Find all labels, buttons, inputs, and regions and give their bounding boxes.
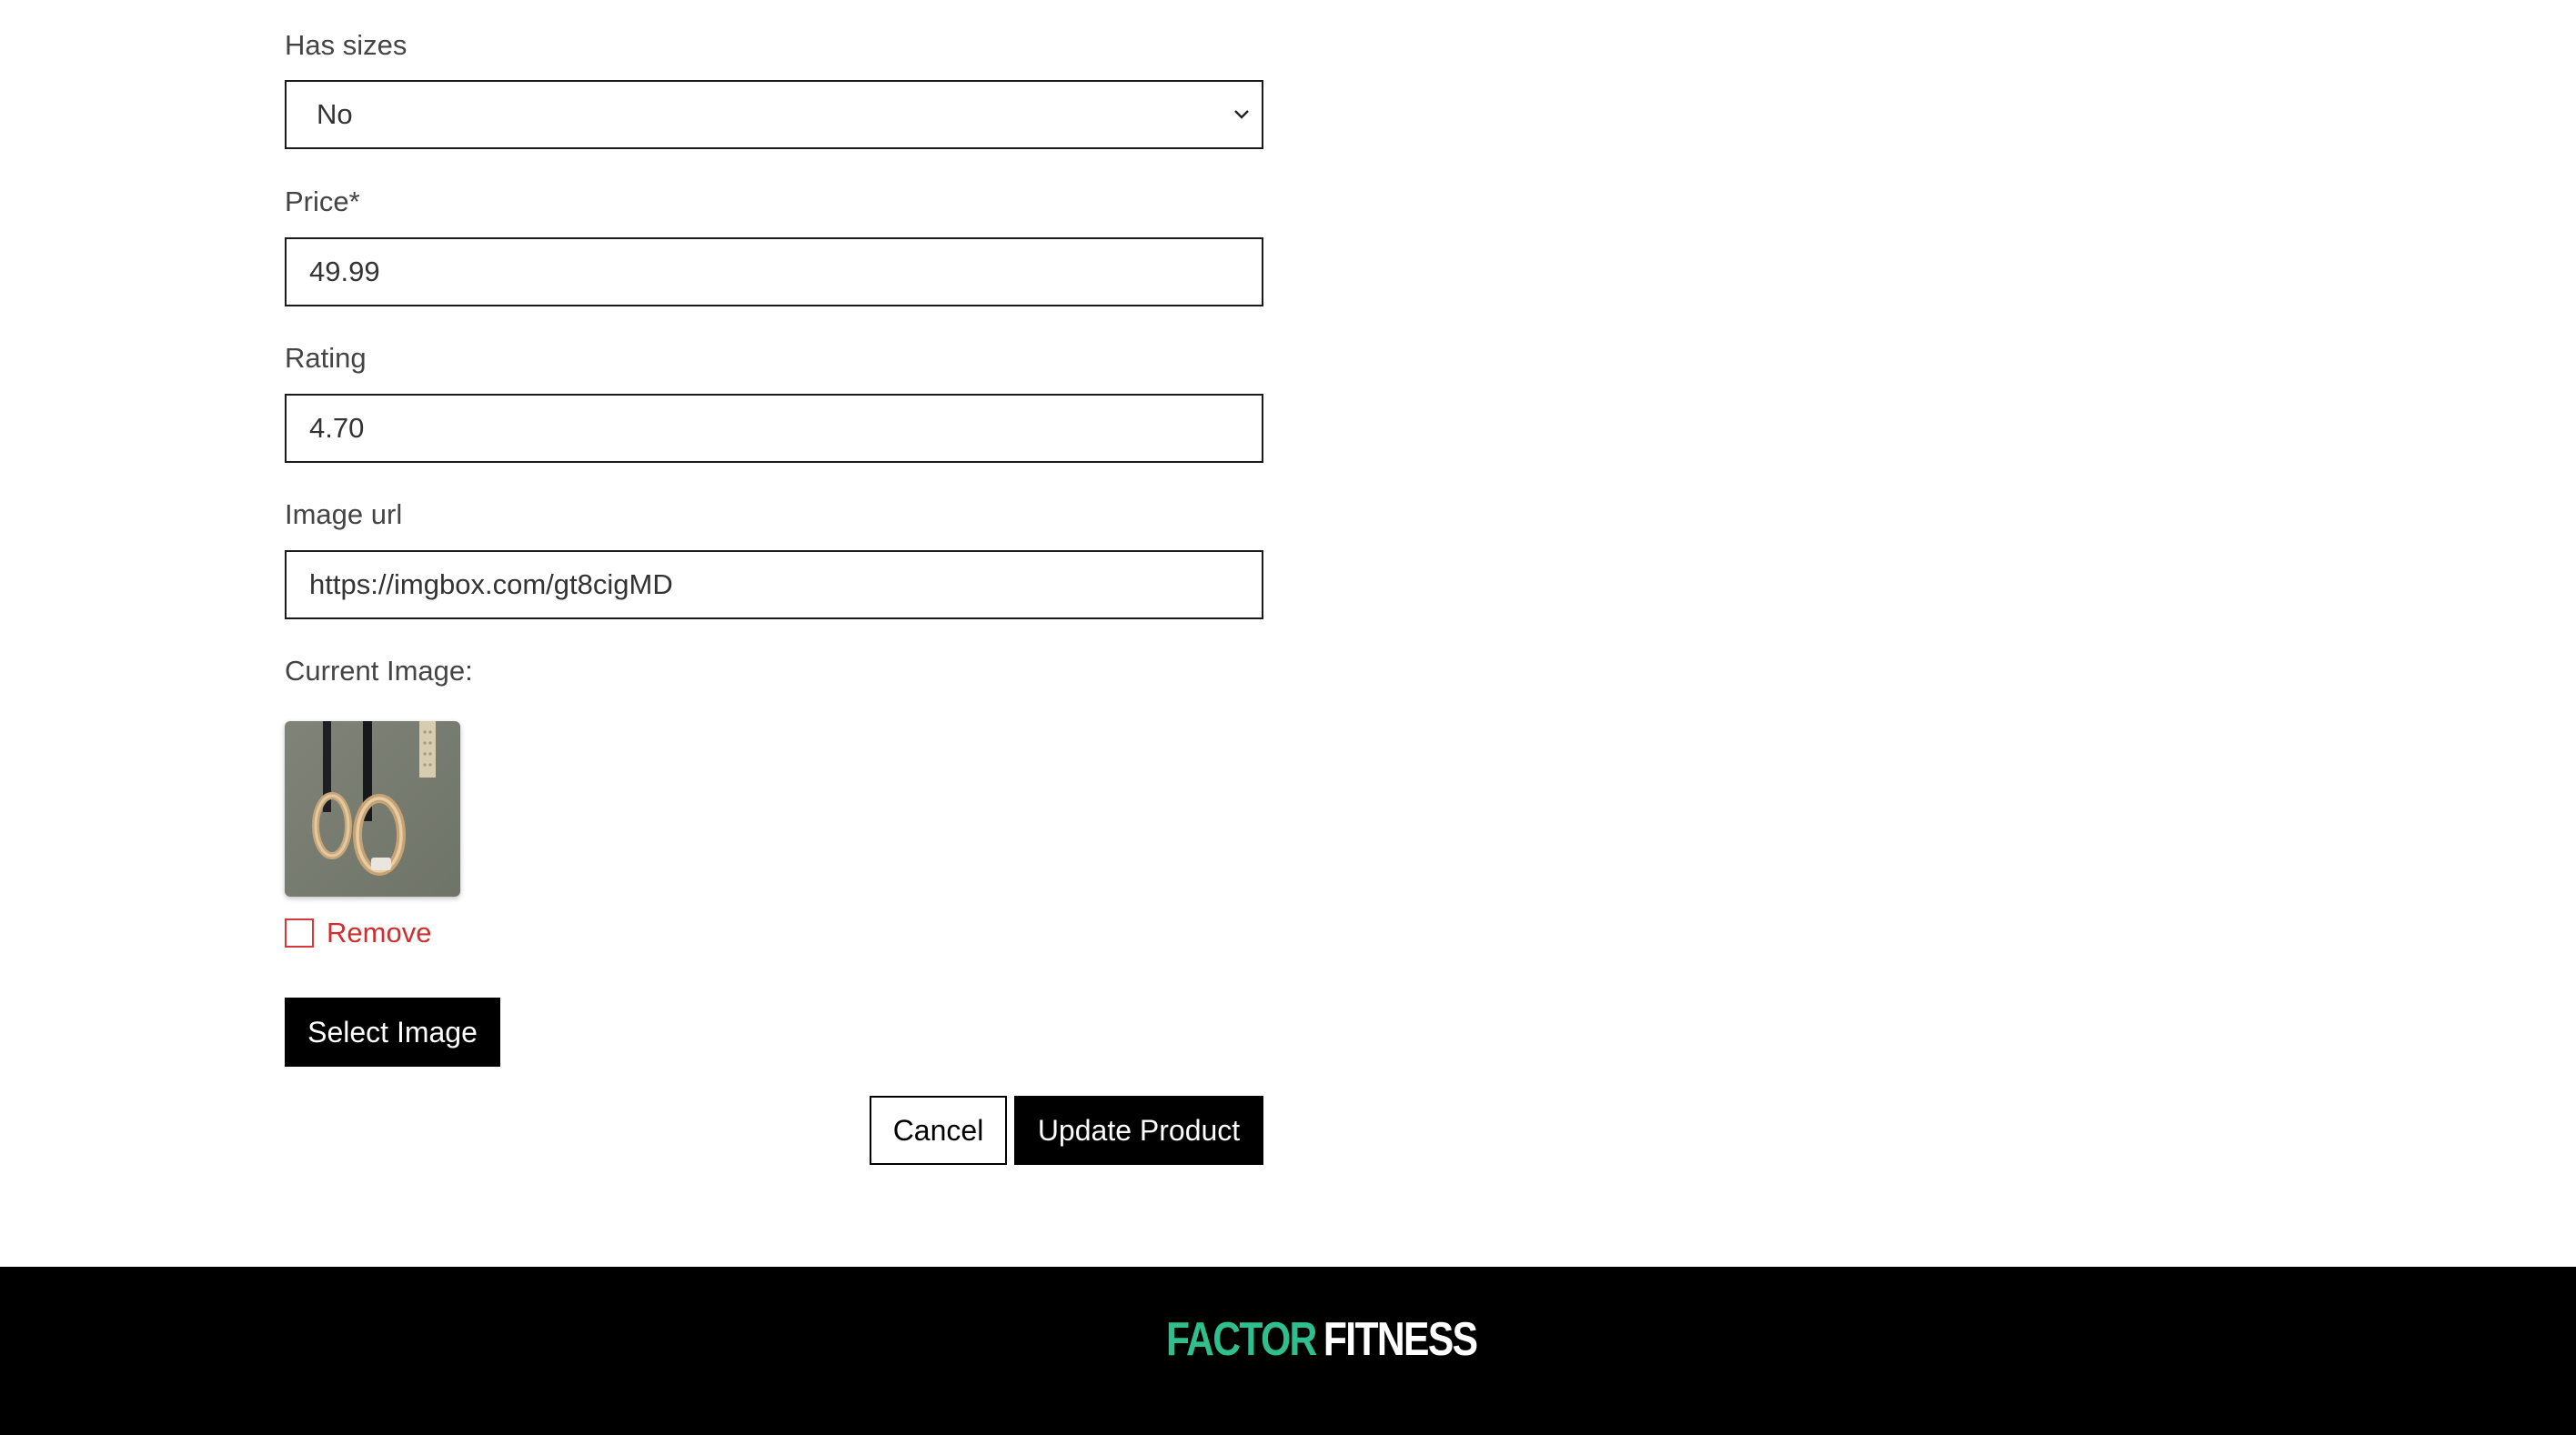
- logo-word-factor: FACTOR: [1166, 1313, 1317, 1366]
- product-image-thumbnail: [285, 721, 460, 897]
- remove-image-option[interactable]: Remove: [285, 917, 431, 949]
- has-sizes-select[interactable]: No: [285, 80, 1263, 149]
- update-product-button[interactable]: Update Product: [1014, 1096, 1263, 1165]
- select-image-button[interactable]: Select Image: [285, 998, 500, 1067]
- cancel-button[interactable]: Cancel: [870, 1096, 1007, 1165]
- remove-label: Remove: [327, 917, 432, 948]
- has-sizes-value: No: [317, 98, 353, 130]
- chevron-down-icon: [1234, 110, 1249, 119]
- rating-label: Rating: [285, 342, 367, 374]
- edit-product-page: Has sizes No Price* 49.99 Rating 4.70 Im…: [0, 0, 2576, 1435]
- current-image-label: Current Image:: [285, 655, 473, 687]
- price-input[interactable]: 49.99: [285, 237, 1263, 306]
- rating-input[interactable]: 4.70: [285, 394, 1263, 463]
- image-url-input[interactable]: https://imgbox.com/gt8cigMD: [285, 550, 1263, 619]
- price-label: Price*: [285, 186, 360, 217]
- remove-checkbox[interactable]: [285, 918, 314, 948]
- logo-word-fitness: FITNESS: [1323, 1313, 1478, 1366]
- factor-fitness-logo[interactable]: FACTOR FITNESS: [1166, 1312, 1478, 1367]
- image-url-label: Image url: [285, 498, 403, 530]
- has-sizes-label: Has sizes: [285, 29, 408, 61]
- gymnastic-rings-image: [285, 721, 460, 897]
